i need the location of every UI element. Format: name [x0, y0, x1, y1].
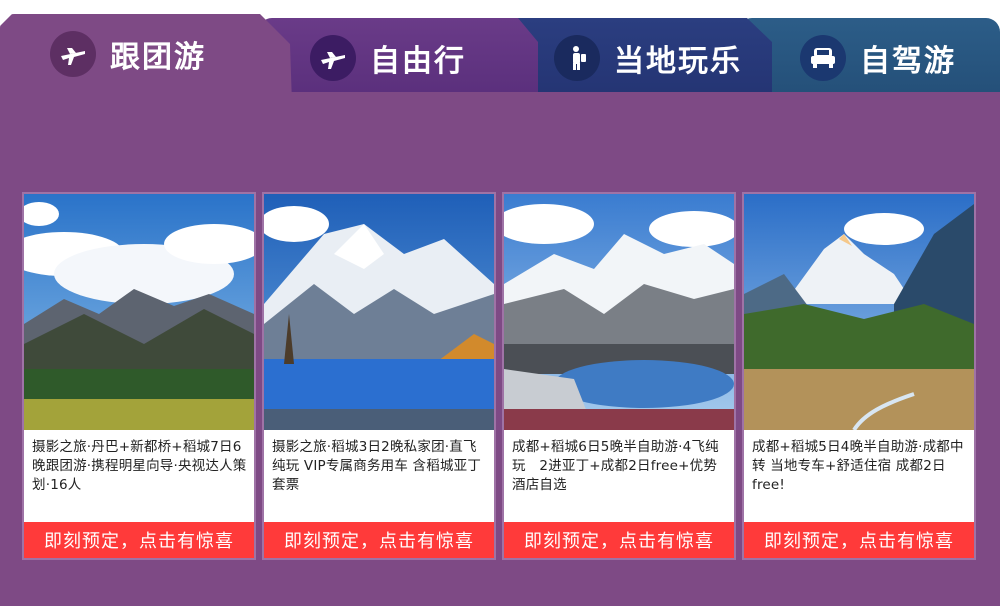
book-now-button[interactable]: 即刻预定，点击有惊喜: [504, 522, 734, 558]
product-card[interactable]: 成都+稻城6日5晚半自助游·4飞纯玩 2进亚丁+成都2日free+优势酒店自选 …: [502, 192, 736, 560]
book-now-button[interactable]: 即刻预定，点击有惊喜: [744, 522, 974, 558]
tab-self-drive[interactable]: 自驾游: [738, 18, 1000, 98]
product-photo: [504, 194, 734, 430]
car-icon: [800, 35, 846, 81]
product-photo: [24, 194, 254, 430]
product-title: 摄影之旅·丹巴+新都桥+稻城7日6晚跟团游·携程明星向导·央视达人策划·16人: [32, 439, 247, 493]
airplane-icon: [310, 35, 356, 81]
book-now-button[interactable]: 即刻预定，点击有惊喜: [264, 522, 494, 558]
tab-label: 自由行: [370, 44, 466, 79]
book-now-button[interactable]: 即刻预定，点击有惊喜: [24, 522, 254, 558]
product-photo: [744, 194, 974, 430]
product-title: 成都+稻城6日5晚半自助游·4飞纯玩 2进亚丁+成都2日free+优势酒店自选: [512, 439, 719, 493]
product-card[interactable]: 摄影之旅·丹巴+新都桥+稻城7日6晚跟团游·携程明星向导·央视达人策划·16人 …: [22, 192, 256, 560]
product-title: 摄影之旅·稻城3日2晚私家团·直飞纯玩 VIP专属商务用车 含稻城亚丁套票: [272, 439, 482, 493]
tab-label: 当地玩乐: [614, 44, 742, 79]
tab-label: 自驾游: [860, 44, 956, 79]
airplane-icon: [50, 31, 96, 77]
tab-free-travel[interactable]: 自由行: [258, 18, 538, 98]
product-photo: [264, 194, 494, 430]
traveler-icon: [554, 35, 600, 81]
tab-label: 跟团游: [110, 40, 206, 75]
tab-group-tour[interactable]: 跟团游: [0, 14, 292, 104]
product-card[interactable]: 摄影之旅·稻城3日2晚私家团·直飞纯玩 VIP专属商务用车 含稻城亚丁套票 即刻…: [262, 192, 496, 560]
product-card[interactable]: 成都+稻城5日4晚半自助游·成都中转 当地专车+舒适住宿 成都2日free! 即…: [742, 192, 976, 560]
product-title: 成都+稻城5日4晚半自助游·成都中转 当地专车+舒适住宿 成都2日free!: [752, 439, 964, 493]
